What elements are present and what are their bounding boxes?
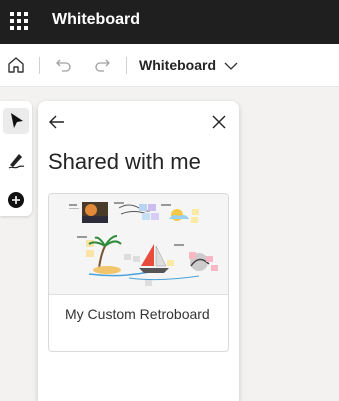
home-icon[interactable] [6,55,26,75]
undo-icon[interactable] [54,55,74,75]
toolbar-divider [126,57,127,74]
select-tool-button[interactable] [3,108,29,134]
arrow-left-icon[interactable] [46,111,68,133]
toolbar-divider [39,57,40,74]
pen-icon [8,154,25,169]
whiteboard-thumbnail [49,194,228,295]
panel-title: Shared with me [48,149,201,174]
toolbar: Whiteboard [0,44,339,87]
add-circle-icon [8,192,24,208]
whiteboard-card[interactable]: My Custom Retroboard [48,193,229,352]
chevron-down-icon[interactable] [221,56,241,76]
redo-icon[interactable] [92,55,112,75]
app-launcher-icon[interactable] [10,12,28,30]
add-button[interactable] [3,187,29,213]
pen-tool-button[interactable] [3,147,29,173]
app-title-bar: Whiteboard [0,0,339,44]
shared-with-me-panel: Shared with me My Custom Retroboard [38,101,239,401]
pointer-icon [11,113,23,128]
board-name-dropdown[interactable]: Whiteboard [139,57,216,73]
close-icon[interactable] [208,111,230,133]
card-title: My Custom Retroboard [65,306,210,322]
left-tool-rail [0,101,32,216]
app-title: Whiteboard [52,11,140,28]
